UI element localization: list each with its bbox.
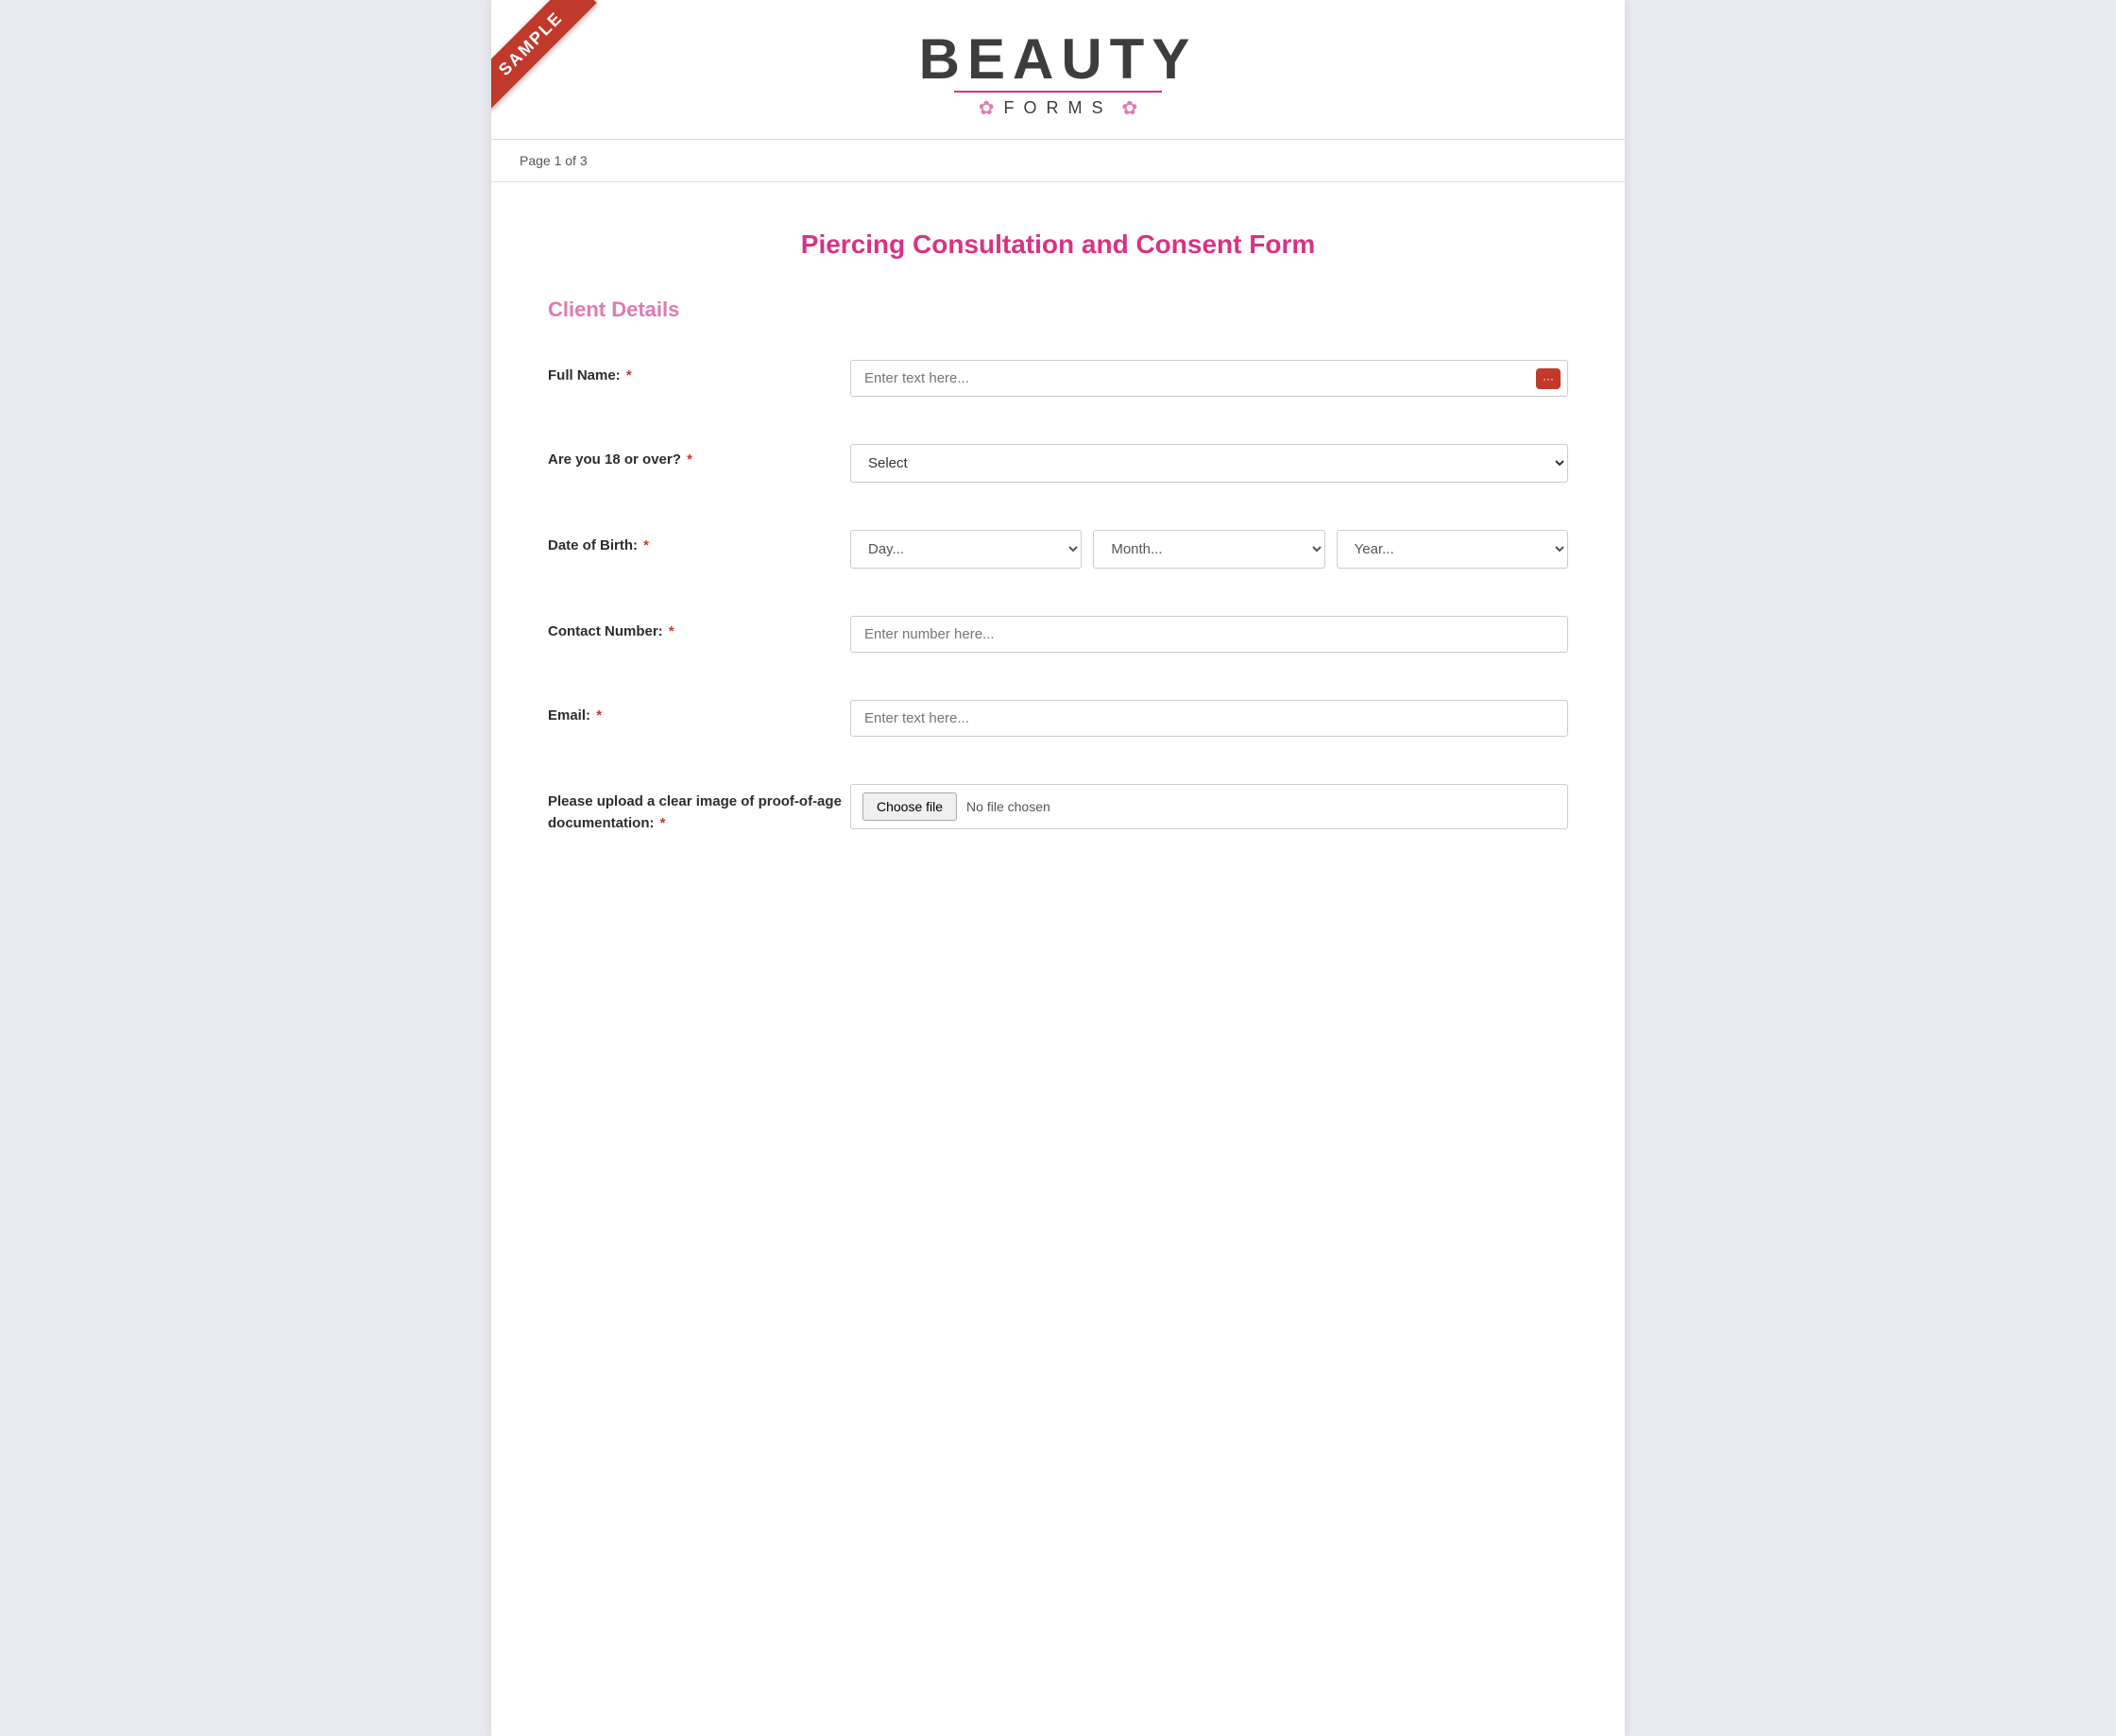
lotus-left-icon: ✿ (979, 96, 995, 120)
label-dob: Date of Birth: * (548, 530, 850, 553)
field-contact-number (850, 616, 1568, 653)
field-full-name: ··· (850, 360, 1568, 397)
form-row-contact-number: Contact Number: * (548, 606, 1568, 662)
required-star-email: * (596, 707, 602, 723)
dob-month-select[interactable]: Month... (1093, 530, 1324, 569)
form-row-email: Email: * (548, 690, 1568, 746)
full-name-input-wrapper: ··· (850, 360, 1568, 397)
full-name-input[interactable] (850, 360, 1568, 397)
field-dob: Day... Month... Year... (850, 530, 1568, 569)
form-row-dob: Date of Birth: * Day... Month... Year... (548, 520, 1568, 578)
email-input[interactable] (850, 700, 1568, 737)
required-star-full-name: * (626, 367, 632, 383)
form-row-full-name: Full Name: * ··· (548, 350, 1568, 406)
label-proof-of-age: Please upload a clear image of proof-of-… (548, 784, 850, 834)
form-title: Piercing Consultation and Consent Form (548, 230, 1568, 260)
label-full-name: Full Name: * (548, 360, 850, 383)
header: BEAUTY ✿ FORMS ✿ (491, 0, 1625, 140)
required-star-dob: * (643, 537, 649, 553)
field-proof-of-age: Choose file No file chosen (850, 784, 1568, 829)
main-content: Piercing Consultation and Consent Form C… (491, 182, 1625, 910)
contact-number-input[interactable] (850, 616, 1568, 653)
header-beauty-title: BEAUTY (510, 28, 1606, 91)
page-indicator: Page 1 of 3 (491, 140, 1625, 182)
form-row-proof-of-age: Please upload a clear image of proof-of-… (548, 774, 1568, 843)
dots-icon: ··· (1543, 372, 1554, 385)
form-row-age-18: Are you 18 or over? * Select Yes No (548, 434, 1568, 492)
age-18-select[interactable]: Select Yes No (850, 444, 1568, 483)
header-forms-text: FORMS (1004, 98, 1113, 118)
dob-year-select[interactable]: Year... (1337, 530, 1568, 569)
label-email: Email: * (548, 700, 850, 723)
required-star-age-18: * (687, 451, 692, 468)
section-client-details-title: Client Details (548, 298, 1568, 322)
lotus-right-icon: ✿ (1122, 96, 1138, 120)
file-input-wrapper: Choose file No file chosen (850, 784, 1568, 829)
dob-day-select[interactable]: Day... (850, 530, 1082, 569)
field-age-18: Select Yes No (850, 444, 1568, 483)
header-subtitle-line: ✿ FORMS ✿ (510, 96, 1606, 120)
field-email (850, 700, 1568, 737)
choose-file-button[interactable]: Choose file (862, 792, 957, 821)
label-contact-number: Contact Number: * (548, 616, 850, 639)
header-divider (954, 91, 1162, 93)
required-star-contact-number: * (669, 623, 674, 639)
required-star-proof-of-age: * (660, 815, 666, 831)
date-fields-wrapper: Day... Month... Year... (850, 530, 1568, 569)
page-wrapper: SAMPLE BEAUTY ✿ FORMS ✿ Page 1 of 3 Pier… (491, 0, 1625, 1736)
no-file-text: No file chosen (966, 799, 1050, 814)
page-indicator-text: Page 1 of 3 (520, 153, 588, 168)
label-age-18: Are you 18 or over? * (548, 444, 850, 468)
full-name-icon-btn[interactable]: ··· (1536, 368, 1561, 389)
